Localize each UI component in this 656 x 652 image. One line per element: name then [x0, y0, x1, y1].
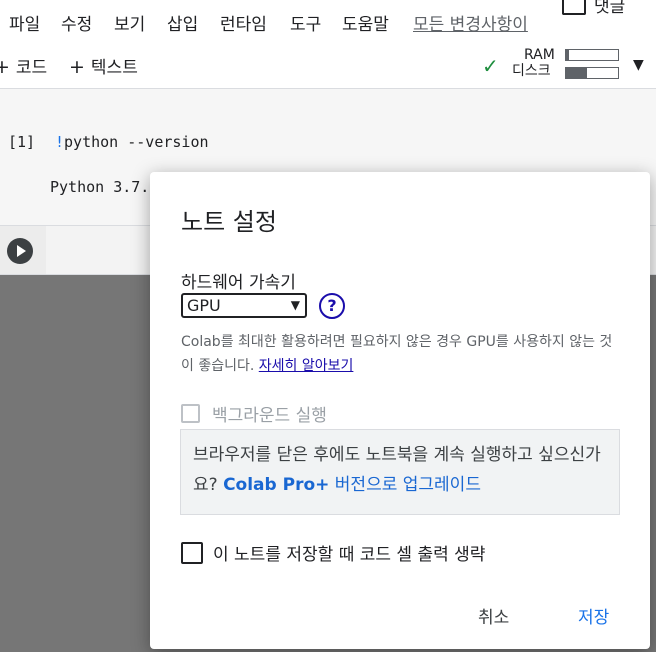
disk-label: 디스크 — [512, 63, 551, 79]
help-icon[interactable]: ? — [319, 293, 345, 319]
colab-pro-link[interactable]: Colab Pro+ — [223, 475, 329, 495]
add-code-label: 코드 — [15, 58, 48, 78]
omit-output-label[interactable]: 이 노트를 저장할 때 코드 셀 출력 생략 — [213, 540, 485, 565]
all-changes-link[interactable]: 모든 변경사항이 — [413, 10, 528, 35]
disk-meter-fill — [566, 68, 587, 78]
comment-icon — [562, 0, 586, 15]
code-text: python --version — [64, 133, 209, 151]
comment-button[interactable]: 댓글 — [562, 0, 625, 17]
add-code-button[interactable]: + 코드 — [0, 53, 47, 78]
cell-execution-count: [1] — [8, 133, 36, 151]
background-execution-checkbox — [181, 404, 200, 423]
accelerator-label: 하드웨어 가속기 — [181, 273, 296, 293]
ram-meter — [565, 49, 619, 61]
run-cell-button[interactable] — [7, 238, 33, 264]
cancel-button[interactable]: 취소 — [478, 603, 509, 628]
ram-label: RAM — [524, 47, 555, 63]
upgrade-link[interactable]: 버전으로 업그레이드 — [335, 475, 481, 495]
menu-runtime[interactable]: 런타임 — [220, 10, 267, 35]
plus-icon: + — [0, 56, 10, 78]
menu-insert[interactable]: 삽입 — [167, 10, 198, 35]
notebook-settings-dialog: 노트 설정 하드웨어 가속기 GPU ▼ ? Colab를 최대한 활용하려면 … — [150, 172, 650, 649]
accelerator-value: GPU — [187, 296, 221, 315]
code-cell-source[interactable]: !python --version — [55, 133, 209, 151]
omit-output-row: 이 노트를 저장할 때 코드 셀 출력 생략 — [181, 540, 485, 565]
accelerator-description: Colab를 최대한 활용하려면 필요하지 않은 경우 GPU를 사용하지 않는… — [181, 330, 621, 378]
cell-output: Python 3.7. — [50, 178, 150, 196]
plus-icon: + — [69, 56, 85, 78]
code-bang: ! — [55, 133, 65, 151]
learn-more-link[interactable]: 자세히 알아보기 — [259, 358, 354, 374]
menu-tools[interactable]: 도구 — [290, 10, 321, 35]
background-execution-row: 백그라운드 실행 — [181, 401, 327, 426]
connected-check-icon: ✓ — [482, 54, 499, 78]
upgrade-promo: 브라우저를 닫은 후에도 노트북을 계속 실행하고 싶으신가요? Colab P… — [180, 429, 620, 515]
add-text-button[interactable]: + 텍스트 — [69, 53, 138, 78]
chevron-down-icon: ▼ — [290, 298, 300, 312]
add-text-label: 텍스트 — [90, 58, 138, 78]
menu-bar: 파일 수정 보기 삽입 런타임 도구 도움말 모든 변경사항이 댓글 — [0, 0, 656, 44]
save-button[interactable]: 저장 — [578, 603, 609, 628]
menu-edit[interactable]: 수정 — [61, 10, 92, 35]
chevron-down-icon[interactable]: ▼ — [633, 57, 644, 73]
accelerator-select[interactable]: GPU ▼ — [181, 293, 307, 318]
menu-file[interactable]: 파일 — [9, 10, 40, 35]
toolbar: + 코드 + 텍스트 ✓ RAM 디스크 ▼ — [0, 44, 656, 89]
description-text: Colab를 최대한 활용하려면 필요하지 않은 경우 GPU를 사용하지 않는… — [181, 334, 613, 374]
background-execution-label: 백그라운드 실행 — [212, 406, 327, 426]
menu-view[interactable]: 보기 — [114, 10, 145, 35]
dialog-title: 노트 설정 — [181, 208, 277, 236]
ram-meter-fill — [566, 50, 569, 60]
menu-help[interactable]: 도움말 — [342, 10, 389, 35]
disk-meter — [565, 67, 619, 79]
comment-label: 댓글 — [594, 0, 626, 17]
omit-output-checkbox[interactable] — [181, 541, 203, 564]
colab-window: 파일 수정 보기 삽입 런타임 도구 도움말 모든 변경사항이 댓글 + 코드 +… — [0, 0, 656, 652]
resource-labels[interactable]: RAM 디스크 — [512, 47, 555, 79]
